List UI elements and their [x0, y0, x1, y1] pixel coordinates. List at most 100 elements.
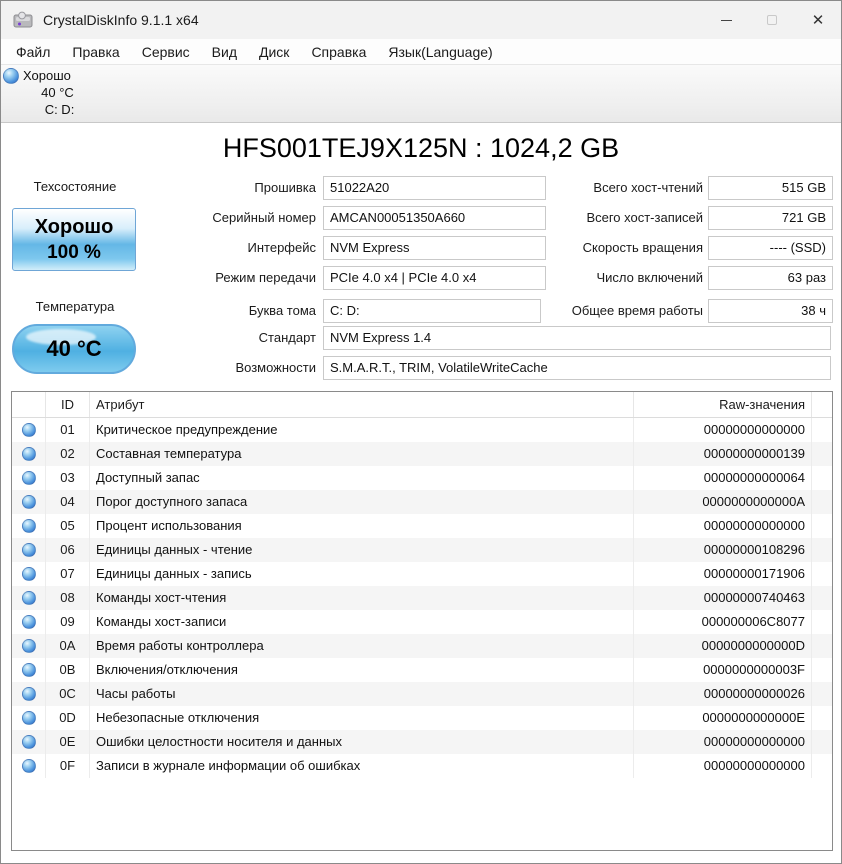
table-row[interactable]: 07 Единицы данных - запись 0000000017190… — [12, 562, 832, 586]
row-padding — [812, 754, 832, 778]
row-padding — [812, 706, 832, 730]
maximize-icon — [767, 15, 777, 25]
attribute-name: Процент использования — [90, 514, 634, 538]
menu-item-1[interactable]: Правка — [61, 41, 130, 63]
app-icon — [13, 11, 35, 29]
attribute-raw-value: 0000000000000E — [634, 706, 812, 730]
transfer-mode-label: Режим передачи — [215, 270, 316, 285]
attribute-name: Ошибки целостности носителя и данных — [90, 730, 634, 754]
attribute-name: Порог доступного запаса — [90, 490, 634, 514]
features-value: S.M.A.R.T., TRIM, VolatileWriteCache — [323, 356, 831, 380]
table-row[interactable]: 08 Команды хост-чтения 00000000740463 — [12, 586, 832, 610]
interface-value: NVM Express — [323, 236, 546, 260]
table-row[interactable]: 05 Процент использования 00000000000000 — [12, 514, 832, 538]
attribute-raw-value: 00000000000064 — [634, 466, 812, 490]
health-status-button[interactable]: Хорошо 100 % — [12, 208, 136, 271]
firmware-label: Прошивка — [254, 180, 316, 195]
tab-status-label: Хорошо — [23, 68, 71, 83]
menu-bar: Файл Правка Сервис Вид Диск Справка Язык(Langu… — [1, 39, 841, 65]
drive-tab-strip: Хорошо 40 °C C: D: — [1, 65, 841, 187]
attribute-raw-value: 00000000000026 — [634, 682, 812, 706]
attribute-name: Небезопасные отключения — [90, 706, 634, 730]
table-row[interactable]: 0D Небезопасные отключения 0000000000000… — [12, 706, 832, 730]
menu-item-2[interactable]: Сервис — [131, 41, 201, 63]
maximize-button[interactable] — [749, 1, 795, 39]
table-row[interactable]: 0E Ошибки целостности носителя и данных … — [12, 730, 832, 754]
host-reads-value: 515 GB — [708, 176, 833, 200]
attribute-id: 02 — [46, 442, 90, 466]
drive-tab[interactable]: Хорошо 40 °C C: D: — [1, 67, 108, 119]
table-row[interactable]: 03 Доступный запас 00000000000064 — [12, 466, 832, 490]
attribute-raw-value: 0000000000000D — [634, 634, 812, 658]
drive-model-title: HFS001TEJ9X125N : 1024,2 GB — [222, 133, 620, 163]
row-padding — [812, 586, 832, 610]
row-padding — [812, 562, 832, 586]
table-row[interactable]: 0F Записи в журнале информации об ошибка… — [12, 754, 832, 778]
row-padding — [812, 466, 832, 490]
attribute-status-orb-icon — [21, 663, 36, 677]
attribute-name: Единицы данных - чтение — [90, 538, 634, 562]
firmware-value: 51022A20 — [323, 176, 546, 200]
transfer-mode-value: PCIe 4.0 x4 | PCIe 4.0 x4 — [323, 266, 546, 290]
title-bar: CrystalDiskInfo 9.1.1 x64 ✕ — [1, 1, 841, 39]
standard-value: NVM Express 1.4 — [323, 326, 831, 350]
attribute-name: Единицы данных - запись — [90, 562, 634, 586]
app-window: CrystalDiskInfo 9.1.1 x64 ✕ Файл Правка Се… — [0, 0, 842, 864]
close-button[interactable]: ✕ — [795, 1, 841, 39]
table-row[interactable]: 0A Время работы контроллера 000000000000… — [12, 634, 832, 658]
table-row[interactable]: 09 Команды хост-записи 000000006C8077 — [12, 610, 832, 634]
menu-item-6[interactable]: Язык(Language) — [377, 41, 503, 63]
drive-letter-label: Буква тома — [248, 303, 316, 318]
minimize-button[interactable] — [703, 1, 749, 39]
main-content: HFS001TEJ9X125N : 1024,2 GB Техсостояние… — [1, 123, 841, 863]
attribute-id: 0B — [46, 658, 90, 682]
host-reads-label: Всего хост-чтений — [593, 180, 703, 195]
rotation-rate-value: ---- (SSD) — [708, 236, 833, 260]
attribute-column-header: Атрибут — [90, 392, 634, 417]
attribute-raw-value: 00000000000139 — [634, 442, 812, 466]
table-row[interactable]: 04 Порог доступного запаса 0000000000000… — [12, 490, 832, 514]
attribute-id: 03 — [46, 466, 90, 490]
table-row[interactable]: 01 Критическое предупреждение 0000000000… — [12, 418, 832, 442]
attribute-raw-value: 00000000000000 — [634, 754, 812, 778]
attribute-id: 0D — [46, 706, 90, 730]
menu-item-5[interactable]: Справка — [300, 41, 377, 63]
power-on-hours-label: Общее время работы — [571, 303, 703, 318]
menu-item-4[interactable]: Диск — [248, 41, 300, 63]
table-row[interactable]: 06 Единицы данных - чтение 0000000010829… — [12, 538, 832, 562]
serial-value: AMCAN00051350A660 — [323, 206, 546, 230]
attribute-status-orb-icon — [21, 495, 36, 509]
attribute-status-orb-icon — [21, 687, 36, 701]
tab-drive-letters: C: D: — [44, 102, 75, 117]
table-row[interactable]: 02 Составная температура 00000000000139 — [12, 442, 832, 466]
close-icon: ✕ — [811, 11, 825, 29]
row-padding — [812, 730, 832, 754]
menu-item-0[interactable]: Файл — [5, 41, 61, 63]
temperature-button[interactable]: 40 °C — [12, 324, 136, 374]
attribute-id: 0A — [46, 634, 90, 658]
attribute-name: Команды хост-чтения — [90, 586, 634, 610]
table-row[interactable]: 0C Часы работы 00000000000026 — [12, 682, 832, 706]
table-row[interactable]: 0B Включения/отключения 0000000000003F — [12, 658, 832, 682]
attribute-id: 07 — [46, 562, 90, 586]
attribute-id: 0F — [46, 754, 90, 778]
rotation-rate-label: Скорость вращения — [582, 240, 703, 255]
attribute-id: 01 — [46, 418, 90, 442]
power-on-count-value: 63 раз — [708, 266, 833, 290]
window-title: CrystalDiskInfo 9.1.1 x64 — [43, 12, 199, 28]
header-padding — [812, 392, 832, 417]
attribute-status-orb-icon — [21, 543, 36, 557]
attribute-raw-value: 00000000108296 — [634, 538, 812, 562]
attribute-id: 05 — [46, 514, 90, 538]
interface-label: Интерфейс — [247, 240, 316, 255]
host-writes-label: Всего хост-записей — [586, 210, 703, 225]
menu-item-3[interactable]: Вид — [201, 41, 248, 63]
attribute-status-orb-icon — [21, 735, 36, 749]
row-padding — [812, 514, 832, 538]
attribute-name: Часы работы — [90, 682, 634, 706]
status-column-header — [12, 392, 46, 417]
features-label: Возможности — [235, 360, 316, 375]
attribute-status-orb-icon — [21, 711, 36, 725]
attribute-raw-value: 00000000740463 — [634, 586, 812, 610]
attribute-id: 04 — [46, 490, 90, 514]
